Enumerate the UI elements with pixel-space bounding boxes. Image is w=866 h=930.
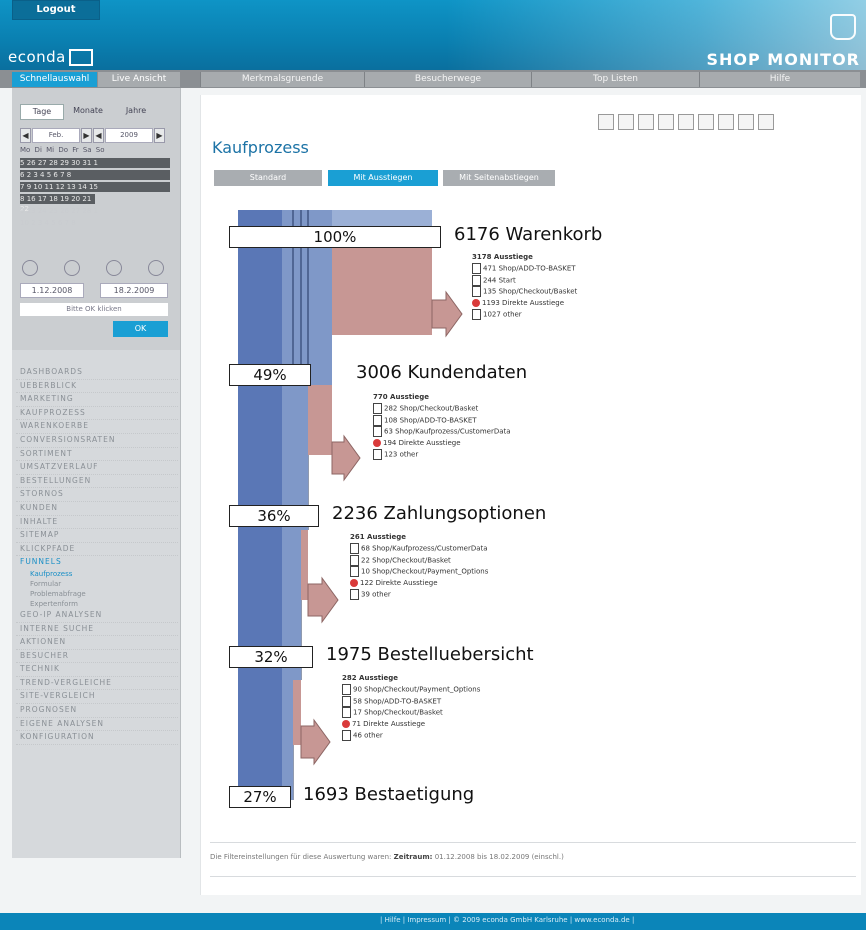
stage-2-label: 3006 Kundendaten: [356, 362, 528, 383]
exit-item-label: 58 Shop/ADD-TO-BASKET: [353, 697, 442, 705]
exit-stop-icon: [350, 578, 358, 587]
exit-item[interactable]: 194 Direkte Ausstiege: [373, 438, 511, 449]
exit-item[interactable]: 10 Shop/Checkout/Payment_Options: [350, 566, 488, 578]
exit-arrow-1: [431, 290, 463, 338]
stage-4-exits: 282 Ausstiege 90 Shop/Checkout/Payment_O…: [342, 673, 480, 741]
other-pages-icon: [373, 448, 382, 460]
exit-item-label: 10 Shop/Checkout/Payment_Options: [361, 567, 489, 576]
exit-item-label: 39 other: [361, 590, 391, 598]
stage-3-label: 2236 Zahlungsoptionen: [332, 503, 547, 524]
exit-item[interactable]: 108 Shop/ADD-TO-BASKET: [373, 414, 511, 427]
exit-item[interactable]: 68 Shop/Kaufprozess/CustomerData: [350, 543, 488, 555]
page-icon: [342, 684, 351, 695]
page-icon: [350, 543, 359, 554]
exit-item-label: 135 Shop/Checkout/Basket: [483, 287, 578, 296]
filter-note-value: 01.12.2008 bis 18.02.2009 (einschl.): [434, 853, 564, 861]
exits-title: 3178 Ausstiege: [472, 253, 533, 261]
exit-item-label: 63 Shop/Kaufprozess/CustomerData: [384, 427, 511, 436]
page-icon: [373, 403, 382, 414]
stage-1-percent: 100%: [229, 226, 441, 248]
exit-item-label: 1193 Direkte Ausstiege: [482, 298, 565, 307]
page-icon: [472, 274, 481, 286]
exit-band-1: [332, 248, 432, 335]
stage-3-exits: 261 Ausstiege 68 Shop/Kaufprozess/Custom…: [350, 532, 488, 600]
exit-item[interactable]: 244 Start: [472, 274, 577, 287]
page-icon: [373, 414, 382, 426]
page-icon: [350, 566, 359, 577]
other-pages-icon: [350, 588, 359, 600]
exit-item-label: 123 other: [384, 450, 419, 458]
exit-item[interactable]: 135 Shop/Checkout/Basket: [472, 286, 577, 298]
exit-arrow-4: [300, 718, 331, 766]
exit-item[interactable]: 46 other: [342, 729, 480, 742]
exit-item[interactable]: 1027 other: [472, 308, 577, 321]
stage-2-percent: 49%: [229, 364, 311, 386]
exit-item-label: 471 Shop/ADD-TO-BASKET: [483, 264, 576, 273]
filter-note: Die Filtereinstellungen für diese Auswer…: [210, 853, 564, 861]
divider: [210, 842, 856, 843]
exits-title: 770 Ausstiege: [373, 393, 430, 401]
exit-item-label: 90 Shop/Checkout/Payment_Options: [353, 685, 481, 694]
page-icon: [472, 286, 481, 297]
stage-5-percent: 27%: [229, 786, 291, 808]
exit-item[interactable]: 17 Shop/Checkout/Basket: [342, 707, 480, 719]
exit-item-label: 1027 other: [483, 310, 522, 318]
exit-item-label: 108 Shop/ADD-TO-BASKET: [384, 416, 477, 424]
exit-item[interactable]: 58 Shop/ADD-TO-BASKET: [342, 695, 480, 708]
filter-note-prefix: Die Filtereinstellungen für diese Auswer…: [210, 853, 392, 861]
page-icon: [342, 695, 351, 707]
exit-item[interactable]: 71 Direkte Ausstiege: [342, 719, 480, 730]
exit-stop-icon: [472, 298, 480, 307]
page-icon: [350, 554, 359, 566]
exit-item-label: 194 Direkte Ausstiege: [383, 438, 461, 447]
exit-item[interactable]: 22 Shop/Checkout/Basket: [350, 554, 488, 567]
exit-item-label: 71 Direkte Ausstiege: [352, 719, 426, 728]
stage-1-exits: 3178 Ausstiege 471 Shop/ADD-TO-BASKET 24…: [472, 252, 577, 320]
stage-3-percent: 36%: [229, 505, 319, 527]
exit-item[interactable]: 1193 Direkte Ausstiege: [472, 298, 577, 309]
exit-band-2: [308, 385, 332, 455]
stage-5-label: 1693 Bestaetigung: [303, 784, 475, 805]
exit-item[interactable]: 122 Direkte Ausstiege: [350, 578, 488, 589]
exit-item-label: 122 Direkte Ausstiege: [360, 578, 438, 587]
stage-2-exits: 770 Ausstiege 282 Shop/Checkout/Basket 1…: [373, 392, 511, 460]
exit-item[interactable]: 471 Shop/ADD-TO-BASKET: [472, 263, 577, 275]
stage-1-label: 6176 Warenkorb: [454, 224, 603, 245]
footer-links[interactable]: | Hilfe | Impressum | © 2009 econda GmbH…: [380, 916, 634, 924]
other-pages-icon: [472, 308, 481, 320]
stage-4-percent: 32%: [229, 646, 313, 668]
other-pages-icon: [342, 729, 351, 741]
exit-item[interactable]: 39 other: [350, 588, 488, 601]
stage-4-label: 1975 Bestelluebersicht: [326, 644, 534, 665]
footer-bar: | Hilfe | Impressum | © 2009 econda GmbH…: [0, 913, 866, 930]
exit-item[interactable]: 282 Shop/Checkout/Basket: [373, 403, 511, 415]
exit-item-label: 282 Shop/Checkout/Basket: [384, 404, 479, 413]
exit-item-label: 17 Shop/Checkout/Basket: [353, 708, 443, 717]
exit-stop-icon: [342, 719, 350, 728]
divider: [210, 876, 856, 877]
exit-band-4: [293, 680, 301, 745]
exit-stop-icon: [373, 438, 381, 447]
exit-item[interactable]: 123 other: [373, 448, 511, 461]
exit-item-label: 68 Shop/Kaufprozess/CustomerData: [361, 544, 488, 553]
exits-title: 261 Ausstiege: [350, 533, 407, 541]
exit-arrow-3: [307, 576, 339, 624]
exit-item-label: 46 other: [353, 731, 383, 739]
exit-item-label: 244 Start: [483, 276, 516, 284]
exits-title: 282 Ausstiege: [342, 674, 399, 682]
page-icon: [472, 263, 481, 274]
exit-arrow-2: [331, 434, 361, 482]
funnel-stage-4-core: [282, 680, 293, 800]
exit-band-3: [301, 530, 308, 600]
exit-item[interactable]: 63 Shop/Kaufprozess/CustomerData: [373, 426, 511, 438]
filter-note-label: Zeitraum:: [393, 853, 433, 861]
exit-item[interactable]: 90 Shop/Checkout/Payment_Options: [342, 684, 480, 696]
exit-item-label: 22 Shop/Checkout/Basket: [361, 556, 451, 564]
page-icon: [342, 707, 351, 718]
page-icon: [373, 426, 382, 437]
